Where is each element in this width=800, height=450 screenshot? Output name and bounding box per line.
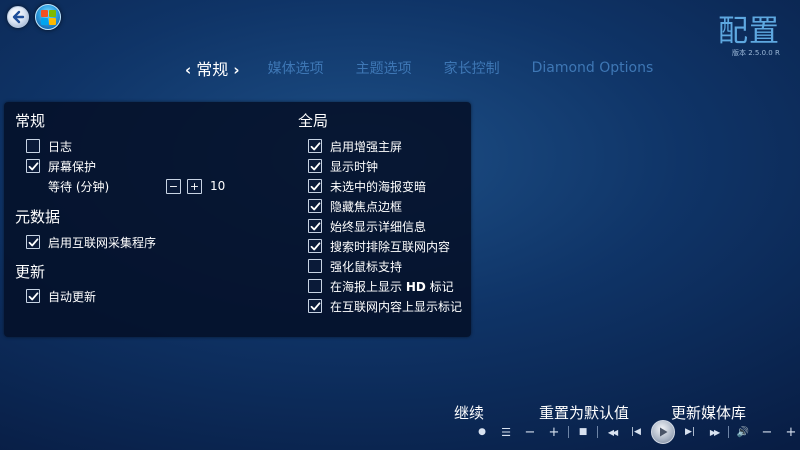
global-option[interactable]: 搜索时排除互联网内容 xyxy=(308,236,450,256)
global-option-checkbox[interactable] xyxy=(308,259,322,273)
internet-providers-label: 启用互联网采集程序 xyxy=(48,235,157,250)
global-option[interactable]: 显示时钟 xyxy=(308,156,378,176)
tab-bar: ‹ 常规 › 媒体选项 主题选项 家长控制 Diamond Options xyxy=(185,56,685,80)
global-option-label: 显示时钟 xyxy=(330,159,379,174)
chevron-left-icon: ‹ xyxy=(185,61,192,79)
global-option-checkbox[interactable] xyxy=(308,279,322,293)
guide-icon[interactable]: ☰ xyxy=(494,426,518,439)
global-option-label: 在海报上显示 HD 标记 xyxy=(330,278,454,295)
global-option-label: 隐藏焦点边框 xyxy=(330,199,403,214)
back-arrow-icon xyxy=(12,10,25,24)
screensaver-label: 屏幕保护 xyxy=(48,159,97,174)
log-checkbox[interactable] xyxy=(26,139,40,153)
global-option[interactable]: 启用增强主屏 xyxy=(308,136,402,156)
logo-quad-red xyxy=(41,10,48,17)
global-option-checkbox[interactable] xyxy=(308,239,322,253)
wait-minutes-value: 10 xyxy=(210,179,226,193)
internet-providers-checkbox[interactable] xyxy=(26,235,40,249)
auto-update-option[interactable]: 自动更新 xyxy=(26,286,96,306)
section-updates-title: 更新 xyxy=(15,263,46,281)
checkmark-icon xyxy=(310,221,320,230)
wait-minutes-stepper: − + 10 xyxy=(166,176,225,196)
tab-media-options[interactable]: 媒体选项 xyxy=(268,58,324,78)
global-option-label: 在互联网内容上显示标记 xyxy=(330,299,463,314)
channel-down-icon[interactable]: − xyxy=(518,425,542,440)
play-button[interactable] xyxy=(651,420,675,444)
global-option-checkbox[interactable] xyxy=(308,139,322,153)
auto-update-checkbox[interactable] xyxy=(26,289,40,303)
page-title: 配置 xyxy=(718,14,780,49)
tab-general-label: 常规 xyxy=(196,60,229,79)
checkmark-icon xyxy=(310,141,320,150)
transport-divider xyxy=(568,426,569,438)
checkmark-icon xyxy=(28,291,38,300)
hd-label-pre: 在海报上显示 xyxy=(330,279,406,294)
global-option-label: 强化鼠标支持 xyxy=(330,259,403,274)
log-label: 日志 xyxy=(48,139,73,154)
screensaver-checkbox[interactable] xyxy=(26,159,40,173)
stop-icon[interactable]: ■ xyxy=(571,427,595,437)
wait-minutes-row: 等待 (分钟) xyxy=(48,176,109,196)
version-label: 版本 2.5.0.0 R xyxy=(732,49,780,57)
global-option[interactable]: 在互联网内容上显示标记 xyxy=(308,296,462,316)
global-option-label: 始终显示详细信息 xyxy=(330,219,427,234)
global-option[interactable]: 隐藏焦点边框 xyxy=(308,196,402,216)
tab-general[interactable]: ‹ 常规 › xyxy=(185,56,240,80)
global-option-label: 启用增强主屏 xyxy=(330,139,403,154)
volume-down-icon[interactable]: − xyxy=(755,425,779,440)
checkmark-icon xyxy=(28,237,38,246)
tab-parental-control[interactable]: 家长控制 xyxy=(444,58,500,78)
screensaver-option[interactable]: 屏幕保护 xyxy=(26,156,96,176)
logo-quad-blue xyxy=(41,18,48,25)
tab-theme-options[interactable]: 主题选项 xyxy=(356,58,412,78)
volume-up-icon[interactable]: + xyxy=(779,425,800,440)
media-center-logo-icon[interactable] xyxy=(35,4,61,30)
wait-increase-button[interactable]: + xyxy=(187,178,202,194)
global-option-label: 未选中的海报变暗 xyxy=(330,179,427,194)
global-option-label: 搜索时排除互联网内容 xyxy=(330,239,451,254)
back-button[interactable] xyxy=(7,6,29,28)
log-option[interactable]: 日志 xyxy=(26,136,72,156)
transport-divider xyxy=(597,426,598,438)
chevron-right-icon: › xyxy=(233,61,240,79)
hd-label-post: 标记 xyxy=(425,279,454,294)
global-option[interactable]: 始终显示详细信息 xyxy=(308,216,426,236)
wait-minutes-label: 等待 (分钟) xyxy=(48,179,110,194)
previous-icon[interactable]: |◀ xyxy=(624,427,648,437)
internet-providers-option[interactable]: 启用互联网采集程序 xyxy=(26,232,156,252)
checkmark-icon xyxy=(310,201,320,210)
checkmark-icon xyxy=(310,161,320,170)
next-icon[interactable]: ▶| xyxy=(678,427,702,437)
wait-decrease-button[interactable]: − xyxy=(166,178,181,194)
global-option-checkbox[interactable] xyxy=(308,199,322,213)
mute-icon[interactable]: 🔊 xyxy=(731,427,755,438)
hd-label-bold: HD xyxy=(405,279,426,294)
checkmark-icon xyxy=(310,241,320,250)
channel-up-icon[interactable]: + xyxy=(542,425,566,440)
section-global-title: 全局 xyxy=(298,112,329,130)
global-option-checkbox[interactable] xyxy=(308,159,322,173)
global-option-checkbox[interactable] xyxy=(308,299,322,313)
fast-forward-icon[interactable]: ▶▶ xyxy=(702,428,726,437)
global-option[interactable]: 未选中的海报变暗 xyxy=(308,176,426,196)
section-general-title: 常规 xyxy=(15,112,46,130)
auto-update-label: 自动更新 xyxy=(48,289,97,304)
transport-bar: ● ☰ − + ■ ◀◀ |◀ ▶| ▶▶ 🔊 − + xyxy=(470,420,800,444)
record-icon[interactable]: ● xyxy=(470,427,494,437)
rewind-icon[interactable]: ◀◀ xyxy=(600,428,624,437)
checkmark-icon xyxy=(310,181,320,190)
global-option[interactable]: 强化鼠标支持 xyxy=(308,256,402,276)
global-option-checkbox[interactable] xyxy=(308,179,322,193)
logo-quad-green xyxy=(49,10,56,17)
play-icon xyxy=(660,427,668,437)
section-metadata-title: 元数据 xyxy=(15,208,61,226)
global-option-checkbox[interactable] xyxy=(308,219,322,233)
checkmark-icon xyxy=(310,301,320,310)
tab-diamond-options[interactable]: Diamond Options xyxy=(532,60,654,76)
transport-divider xyxy=(728,426,729,438)
logo-quad-yellow xyxy=(49,18,56,25)
checkmark-icon xyxy=(28,161,38,170)
global-option[interactable]: 在海报上显示 HD 标记 xyxy=(308,276,454,296)
